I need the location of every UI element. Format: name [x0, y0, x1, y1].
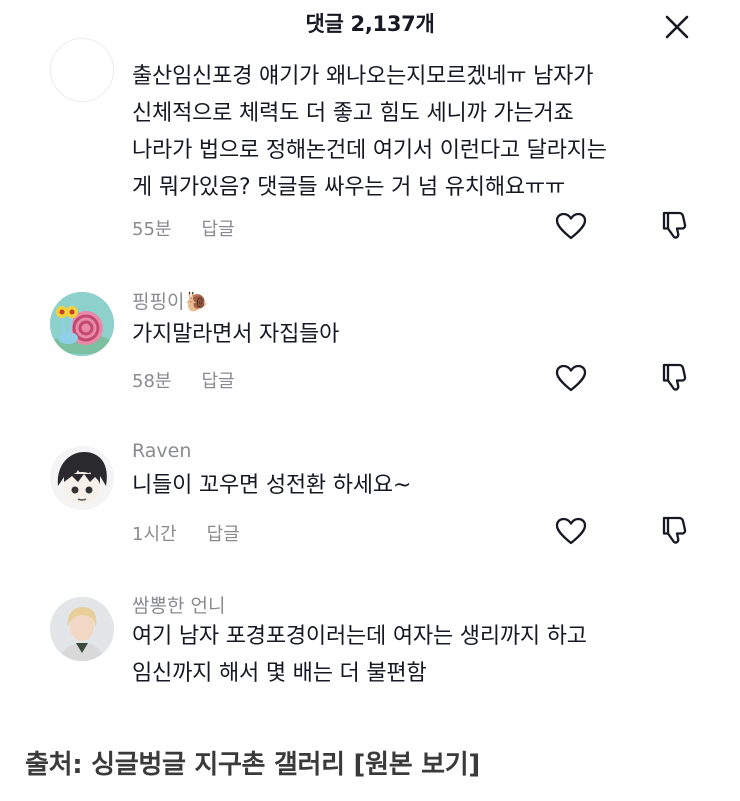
avatar[interactable]: [50, 597, 114, 661]
person-avatar-image: [50, 597, 114, 661]
comment-meta: 58분 답글: [132, 367, 235, 393]
like-button[interactable]: [553, 362, 589, 394]
thumbs-down-outline-icon: [662, 516, 687, 544]
avatar[interactable]: [50, 38, 114, 102]
thumbs-down-outline-icon: [662, 363, 687, 391]
comment-meta: 1시간 답글: [132, 520, 240, 546]
close-icon: [665, 15, 689, 39]
close-button[interactable]: [660, 10, 694, 44]
comment-time: 58분: [132, 371, 172, 392]
view-original-link[interactable]: [원본 보기]: [354, 750, 481, 780]
comment-count-title: 댓글 2,137개: [305, 12, 435, 36]
heart-outline-icon: [555, 364, 587, 392]
reply-button[interactable]: 답글: [207, 520, 240, 546]
source-caption: 출처: 싱글벙글 지구촌 갤러리 [원본 보기]: [25, 744, 480, 781]
comment-time: 1시간: [132, 524, 177, 545]
comment-time: 55분: [132, 219, 172, 240]
snail-avatar-image: [50, 292, 114, 356]
comment-username[interactable]: Raven: [132, 440, 191, 462]
dislike-button[interactable]: [658, 360, 694, 394]
avatar[interactable]: [50, 446, 114, 510]
like-button[interactable]: [553, 515, 589, 547]
heart-outline-icon: [555, 212, 587, 240]
comment-text: 니들이 꼬우면 성전환 하세요~: [132, 473, 412, 498]
comment-text: 여기 남자 포경포경이러는데 여자는 생리까지 하고 임신까지 해서 몇 배는 …: [132, 624, 587, 686]
comment-text: 출산임신포경 얘기가 왜나오는지모르겠네ㅠ 남자가 신체적으로 체력도 더 좋고…: [132, 64, 607, 200]
comment-meta: 55분 답글: [132, 215, 235, 241]
anime-avatar-image: [50, 446, 114, 510]
comment-username[interactable]: 쌈뽕한 언니: [132, 591, 225, 618]
comment-text: 가지말라면서 자집들아: [132, 322, 340, 347]
reply-button[interactable]: 답글: [201, 367, 234, 393]
comments-panel: 댓글 2,137개 출산임신포경 얘기가 왜나오는지모르겠네ㅠ 남자가 신체적으…: [0, 0, 740, 720]
source-label: 출처: 싱글벙글 지구촌 갤러리: [25, 750, 354, 780]
heart-outline-icon: [555, 517, 587, 545]
avatar[interactable]: [50, 292, 114, 356]
dislike-button[interactable]: [658, 513, 694, 547]
dislike-button[interactable]: [658, 208, 694, 242]
like-button[interactable]: [553, 210, 589, 242]
comments-header: 댓글 2,137개: [0, 0, 740, 50]
comment-username[interactable]: 핑핑이🐌: [132, 287, 208, 314]
thumbs-down-outline-icon: [662, 211, 687, 239]
reply-button[interactable]: 답글: [201, 215, 234, 241]
